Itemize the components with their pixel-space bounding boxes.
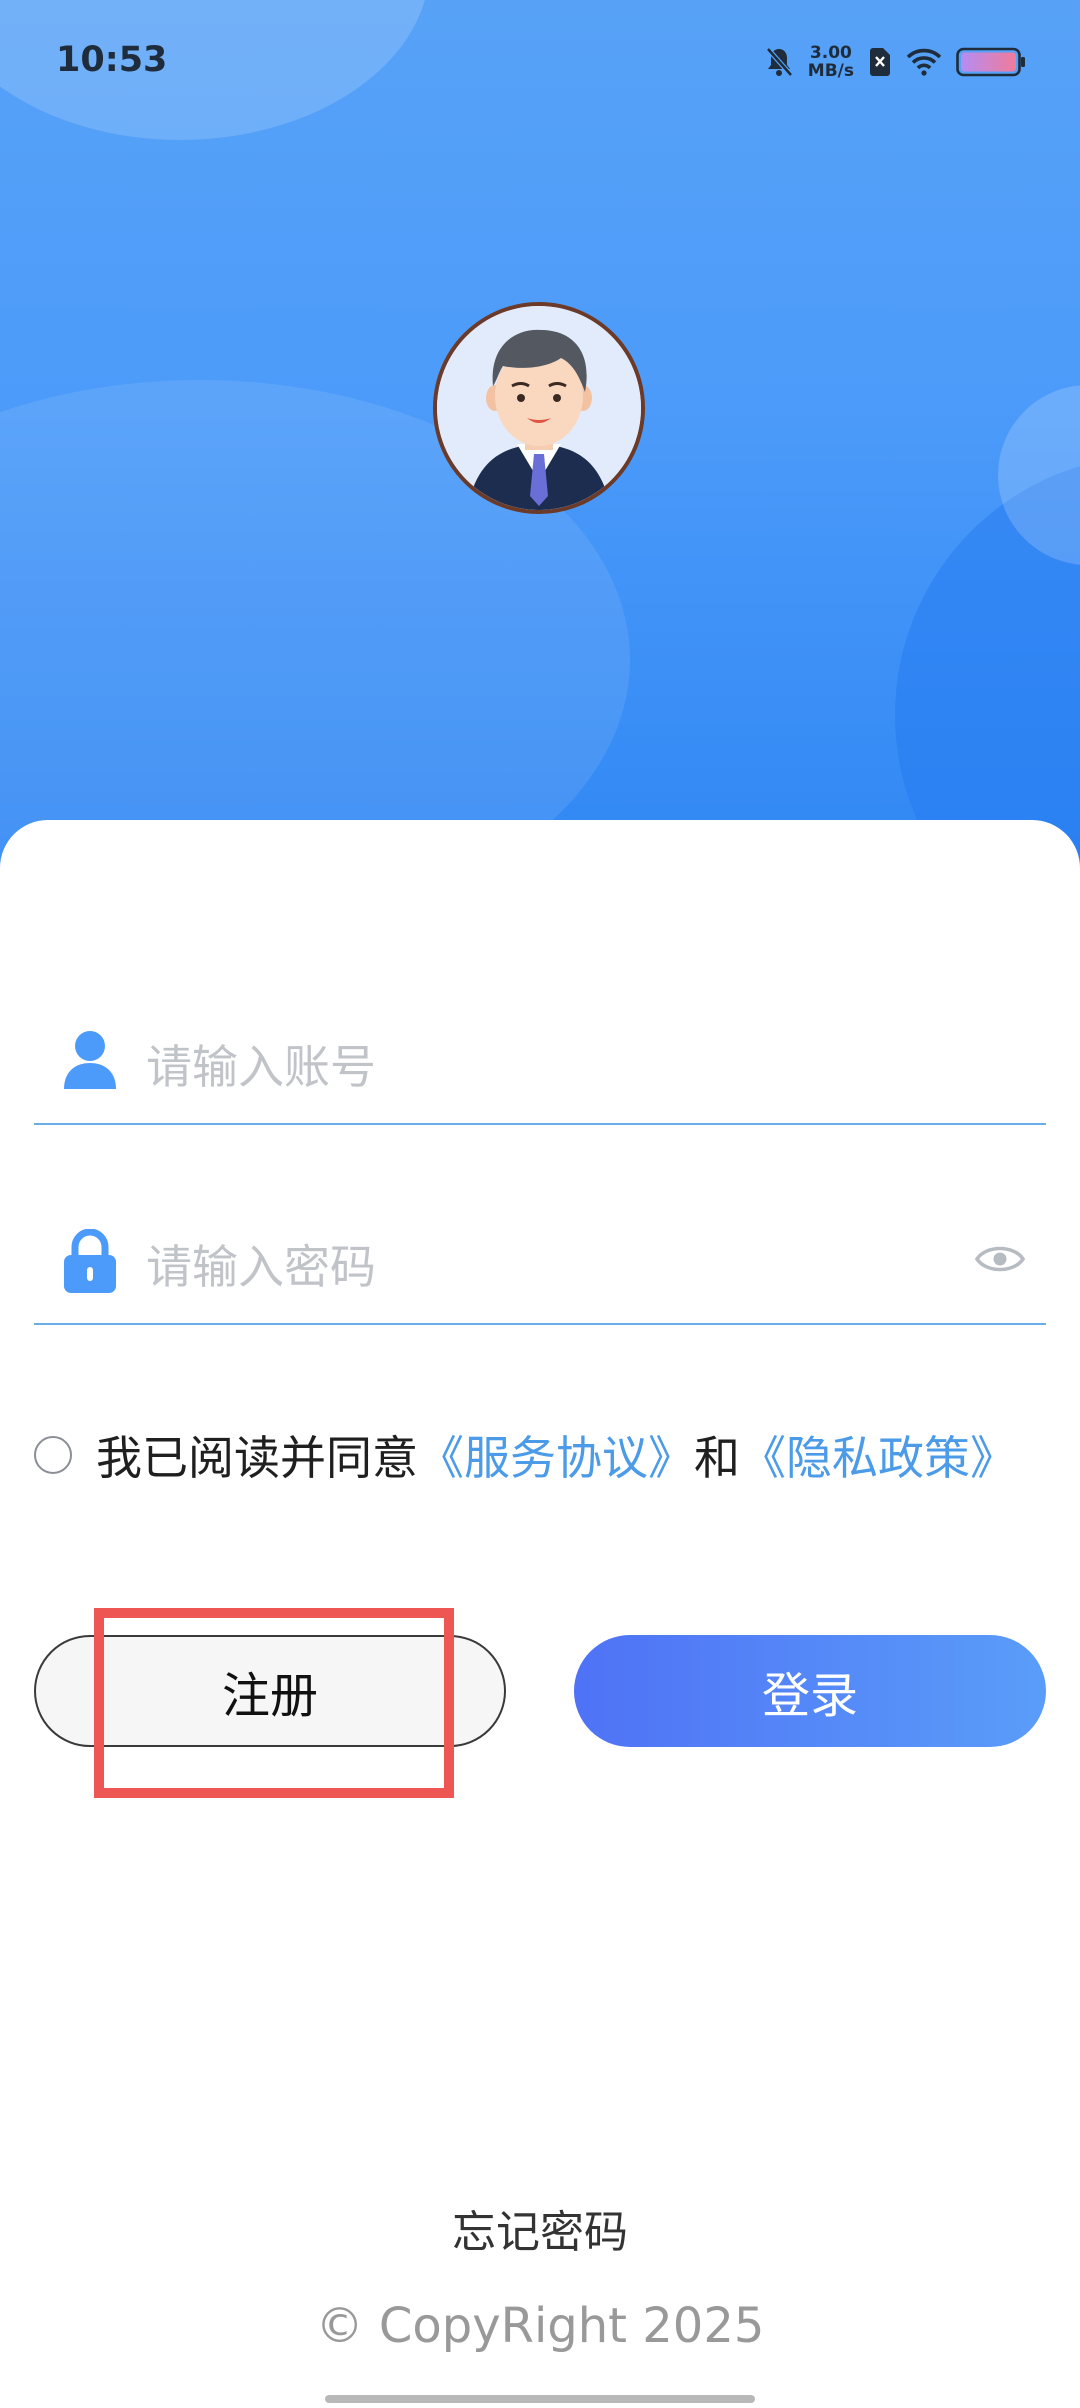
copyright-text: © CopyRight 2025 [315,2298,765,2354]
login-button[interactable]: 登录 [574,1635,1046,1747]
wifi-icon [906,48,942,76]
network-speed: 3.00 MB/s [807,43,854,81]
agreement-text: 我已阅读并同意《服务协议》和《隐私政策》 [96,1431,1016,1485]
eye-icon[interactable] [974,1239,1026,1283]
agreement-checkbox[interactable] [34,1436,72,1474]
bell-muted-icon [764,46,794,78]
lock-icon [60,1228,120,1299]
highlight-annotation [94,1608,454,1798]
status-bar: 10:53 3.00 MB/s [0,0,1080,120]
user-avatar [433,302,645,514]
agreement-row: 我已阅读并同意《服务协议》和《隐私政策》 [34,1420,1054,1490]
user-icon [60,1029,120,1095]
home-indicator[interactable] [325,2395,755,2403]
status-time: 10:53 [56,40,168,80]
status-icons: 3.00 MB/s [764,44,1026,80]
privacy-policy-link[interactable]: 《隐私政策》 [740,1431,1016,1485]
battery-icon [956,47,1026,77]
sim-x-icon [868,47,892,77]
account-field[interactable]: 请输入账号 [34,1003,1046,1125]
forgot-password-link[interactable]: 忘记密码 [0,2196,1080,2260]
service-agreement-link[interactable]: 《服务协议》 [418,1431,694,1485]
account-input[interactable]: 请输入账号 [146,1031,376,1097]
password-input[interactable]: 请输入密码 [146,1231,376,1297]
password-field[interactable]: 请输入密码 [34,1203,1046,1325]
